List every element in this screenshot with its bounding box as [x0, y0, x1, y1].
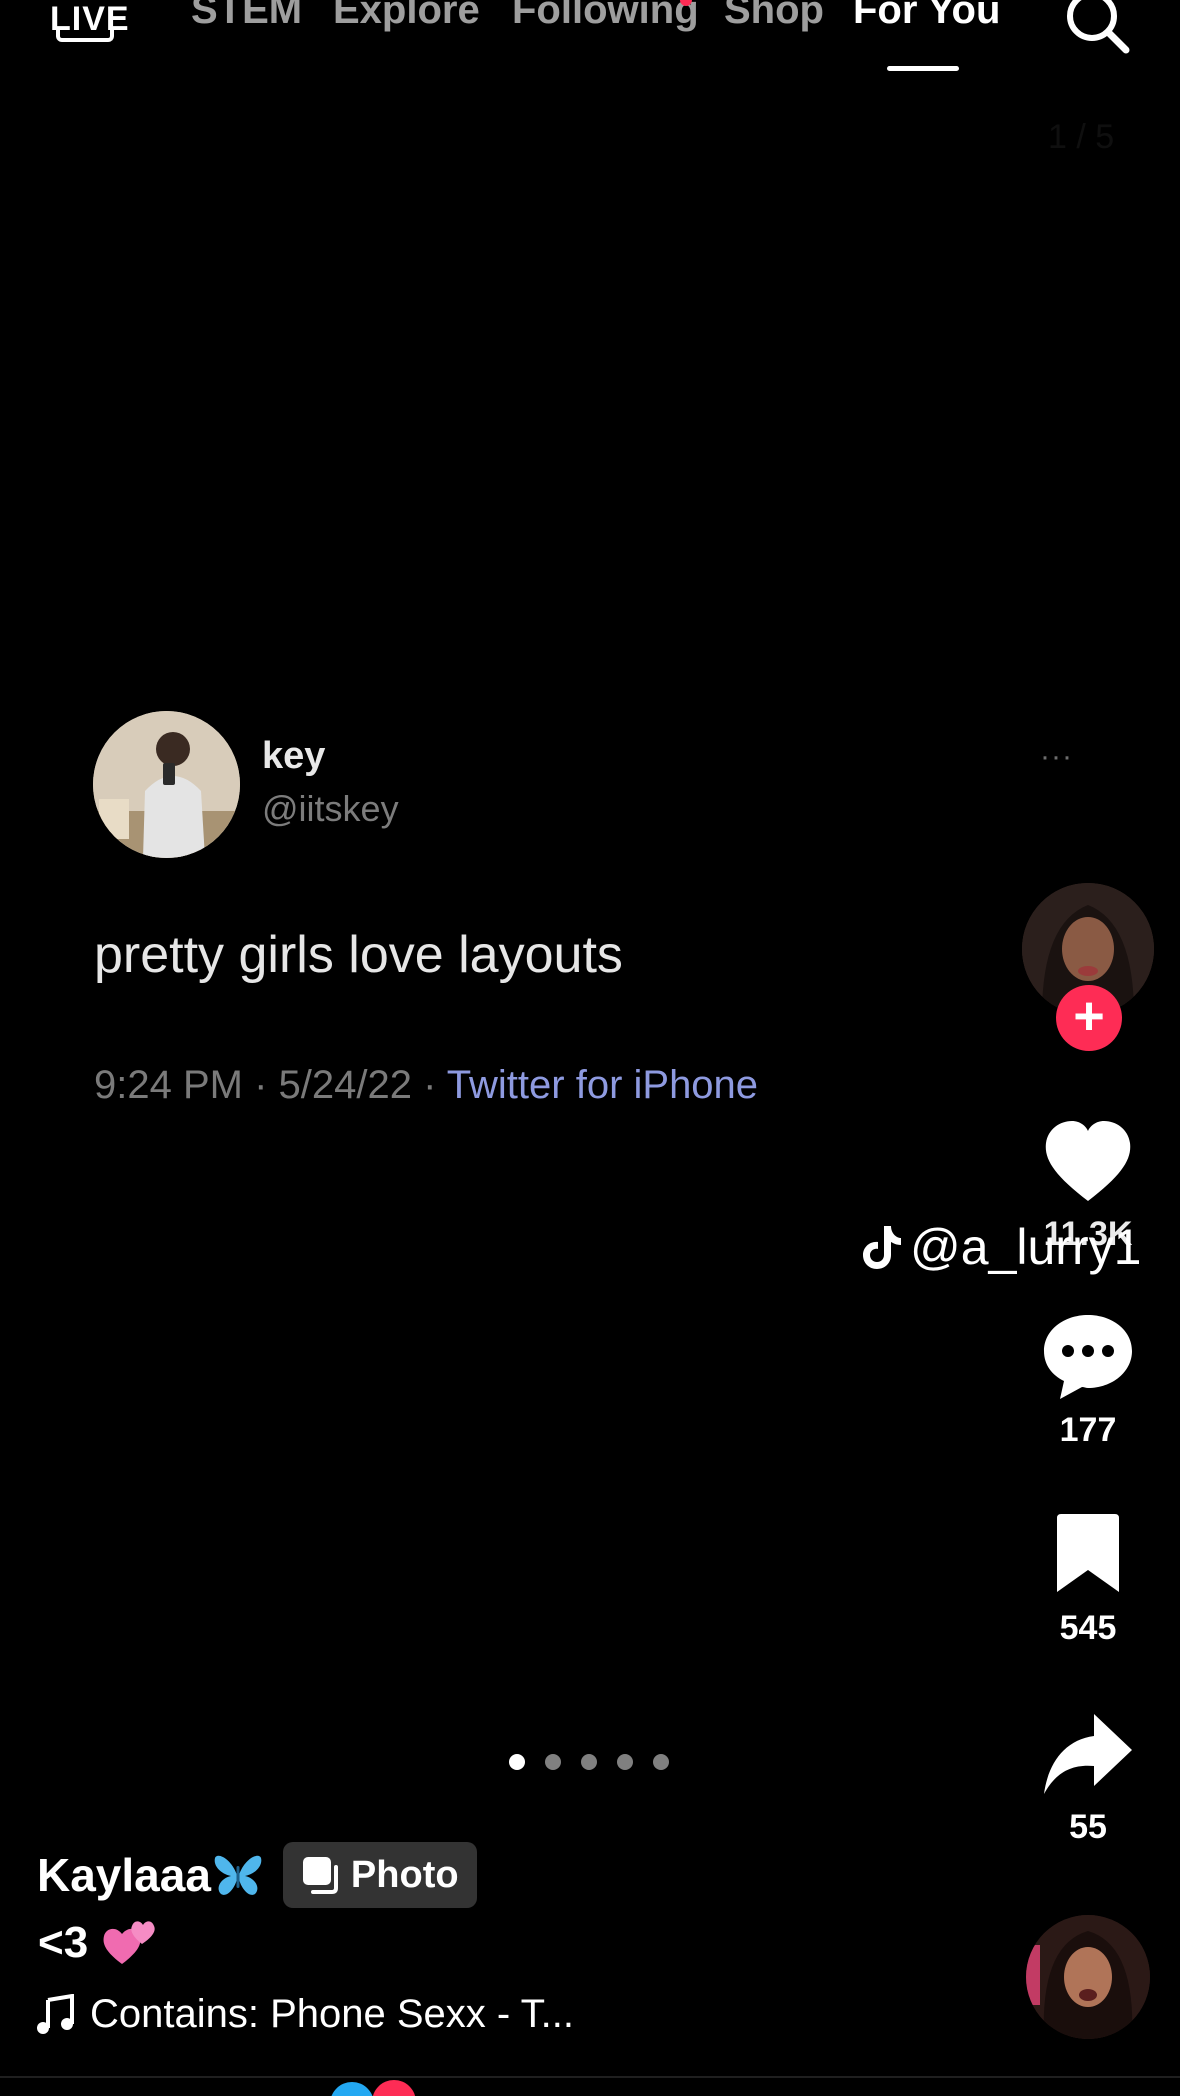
- author-name-group[interactable]: Kaylaaa: [37, 1848, 263, 1902]
- photo-badge-label: Photo: [350, 1853, 459, 1896]
- top-navigation: LIVE STEM Explore Following Shop For You: [0, 0, 1180, 90]
- live-button[interactable]: LIVE: [46, 0, 129, 48]
- music-disc-image: [1026, 1915, 1150, 2039]
- tweet-text: pretty girls love layouts: [94, 926, 623, 984]
- carousel-dot[interactable]: [509, 1754, 525, 1770]
- bookmark-icon[interactable]: [1042, 1512, 1134, 1604]
- comment-count: 177: [1059, 1411, 1117, 1449]
- watermark-handle: @a_lurry1: [910, 1219, 1142, 1275]
- comment-icon[interactable]: [1042, 1311, 1134, 1403]
- carousel-dot[interactable]: [617, 1754, 633, 1770]
- carousel-dot[interactable]: [545, 1754, 561, 1770]
- photo-mode-badge[interactable]: Photo: [282, 1842, 477, 1908]
- tab-stem[interactable]: STEM: [191, 0, 302, 33]
- caption-text: <3: [38, 1918, 89, 1967]
- tweet-author-avatar: [93, 711, 240, 858]
- author-name: Kaylaaa: [37, 1849, 211, 1901]
- tweet-meta: 9:24 PM · 5/24/22 · Twitter for iPhone: [94, 1063, 758, 1108]
- share-count: 55: [1069, 1808, 1107, 1846]
- tiktok-logo-icon: [863, 1226, 901, 1269]
- follow-button[interactable]: +: [1056, 985, 1122, 1051]
- bottom-tab-blue-indicator: [330, 2082, 374, 2096]
- bottom-tab-red-indicator: [372, 2080, 416, 2096]
- tab-explore[interactable]: Explore: [333, 0, 480, 33]
- butterfly-emoji-icon: [214, 1855, 262, 1895]
- tiktok-watermark: @a_lurry1: [862, 1218, 1141, 1276]
- music-note-icon: [37, 1993, 74, 2034]
- save-count: 545: [1059, 1609, 1117, 1647]
- tweet-more-icon: ···: [1040, 740, 1073, 773]
- share-arrow-icon[interactable]: [1042, 1710, 1134, 1802]
- tweet-author-handle: @iitskey: [262, 788, 399, 829]
- tab-for-you[interactable]: For You: [853, 0, 1000, 33]
- music-info[interactable]: Contains: Phone Sexx - T...: [36, 1992, 574, 2037]
- author-row: Kaylaaa Photo: [37, 1842, 477, 1908]
- music-title: Contains: Phone Sexx - T...: [90, 1992, 574, 2036]
- photo-stack-icon: [302, 1857, 338, 1894]
- music-disc-avatar[interactable]: [1026, 1915, 1150, 2039]
- two-hearts-emoji-icon: [103, 1921, 155, 1964]
- tweet-timestamp: 9:24 PM · 5/24/22 ·: [94, 1063, 447, 1107]
- tweet-source: Twitter for iPhone: [446, 1063, 759, 1107]
- photo-page-counter: 1 / 5: [1048, 118, 1115, 156]
- carousel-pagination: [509, 1754, 669, 1770]
- bottom-bar-divider: [0, 2076, 1180, 2078]
- avatar-image: [93, 711, 240, 858]
- like-heart-icon[interactable]: [1042, 1117, 1134, 1209]
- live-icon: [56, 30, 114, 42]
- post-caption[interactable]: <3: [38, 1918, 158, 1968]
- tweet-author-name: key: [262, 735, 326, 777]
- active-tab-indicator: [887, 66, 959, 71]
- search-icon[interactable]: [1060, 0, 1132, 58]
- tab-shop[interactable]: Shop: [724, 0, 824, 33]
- carousel-dot[interactable]: [653, 1754, 669, 1770]
- tab-following[interactable]: Following: [512, 0, 699, 33]
- carousel-dot[interactable]: [581, 1754, 597, 1770]
